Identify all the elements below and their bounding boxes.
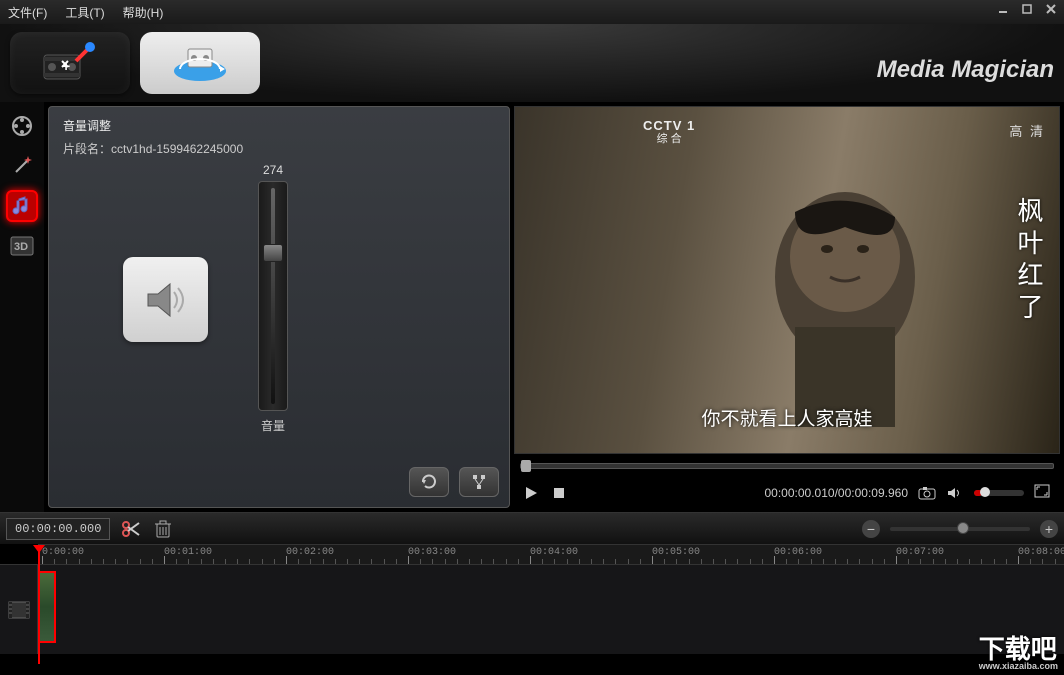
sidebar-item-audio[interactable] <box>6 190 38 222</box>
timeline-clip[interactable] <box>38 571 56 643</box>
zoom-knob[interactable] <box>957 522 969 534</box>
sidebar-item-film[interactable] <box>6 110 38 142</box>
volume-label: 音量 <box>261 417 285 434</box>
delete-button[interactable] <box>152 518 174 540</box>
speaker-preview <box>123 257 208 342</box>
ruler-mark: 00:01:00 <box>164 547 212 558</box>
tab-convert[interactable] <box>140 32 260 94</box>
sidebar: 3D <box>0 102 44 512</box>
timecode-display[interactable]: 00:00:00.000 <box>6 518 110 540</box>
stop-icon <box>552 486 566 500</box>
reset-button[interactable] <box>409 467 449 497</box>
playhead[interactable] <box>38 545 40 664</box>
track-header[interactable] <box>0 565 38 654</box>
preview-volume-slider[interactable] <box>974 490 1024 496</box>
volume-icon <box>947 486 963 500</box>
play-button[interactable] <box>522 484 540 502</box>
ruler-mark: 00:07:00 <box>896 547 944 558</box>
minimize-button[interactable] <box>994 2 1012 16</box>
clip-name: cctv1hd-1599462245000 <box>111 142 243 156</box>
brand-title: Media Magician <box>877 56 1054 84</box>
window-controls <box>994 2 1060 16</box>
apply-icon <box>470 473 488 491</box>
time-display: 00:00:00.010/00:00:09.960 <box>765 486 909 500</box>
close-icon <box>1045 3 1057 15</box>
fullscreen-icon <box>1034 484 1050 498</box>
preview-volume-knob[interactable] <box>980 487 990 497</box>
quality-badge: 高 清 <box>1009 121 1045 140</box>
stop-button[interactable] <box>550 484 568 502</box>
3d-icon: 3D <box>9 235 35 257</box>
close-button[interactable] <box>1042 2 1060 16</box>
seek-thumb[interactable] <box>521 460 531 472</box>
ruler-mark: 00:08:00 <box>1018 547 1064 558</box>
ruler-mark: 0:00:00 <box>42 547 84 558</box>
maximize-icon <box>1021 3 1033 15</box>
zoom-slider[interactable] <box>890 527 1030 531</box>
menu-file[interactable]: 文件(F) <box>8 4 47 21</box>
refresh-icon <box>420 473 438 491</box>
menu-tools[interactable]: 工具(T) <box>65 4 104 21</box>
fullscreen-button[interactable] <box>1034 484 1052 502</box>
video-subtitle: 你不就看上人家高娃 <box>701 404 872 431</box>
ruler-mark: 00:04:00 <box>530 547 578 558</box>
camera-icon <box>918 486 936 500</box>
header: + Media Magician <box>0 24 1064 102</box>
zoom-out-button[interactable]: − <box>862 520 880 538</box>
filmstrip-icon <box>7 600 31 620</box>
panel-title: 音量调整 <box>63 117 495 134</box>
svg-text:3D: 3D <box>14 241 28 253</box>
music-note-icon <box>10 194 34 218</box>
snapshot-button[interactable] <box>918 484 936 502</box>
volume-slider[interactable] <box>258 181 288 411</box>
menubar: 文件(F) 工具(T) 帮助(H) <box>0 0 1064 24</box>
tab-edit[interactable]: + <box>10 32 130 94</box>
video-figure <box>695 167 975 427</box>
video-track[interactable] <box>38 565 1064 654</box>
magic-wand-icon <box>10 154 34 178</box>
film-reel-icon <box>10 114 34 138</box>
ruler-mark: 00:05:00 <box>652 547 700 558</box>
settings-panel: 音量调整 片段名：cctv1hd-1599462245000 274 <box>44 102 514 512</box>
timeline-tracks <box>0 564 1064 654</box>
channel-logo: CCTV 1 综 合 <box>643 119 695 145</box>
sidebar-item-3d[interactable]: 3D <box>6 230 38 262</box>
zoom-in-button[interactable]: + <box>1040 520 1058 538</box>
video-player[interactable]: CCTV 1 综 合 高 清 枫叶红了 你不就看上人家高娃 <box>514 106 1060 454</box>
play-icon <box>524 486 538 500</box>
menu-help[interactable]: 帮助(H) <box>123 4 164 21</box>
timeline-toolbar: 00:00:00.000 − + <box>0 512 1064 544</box>
cut-button[interactable] <box>120 518 142 540</box>
apply-button[interactable] <box>459 467 499 497</box>
clip-name-row: 片段名：cctv1hd-1599462245000 <box>63 140 495 157</box>
svg-text:+: + <box>62 58 70 74</box>
trash-icon <box>154 519 172 539</box>
scissors-icon <box>121 519 141 539</box>
volume-value: 274 <box>263 163 283 177</box>
mute-button[interactable] <box>946 484 964 502</box>
maximize-button[interactable] <box>1018 2 1036 16</box>
video-title-vertical: 枫叶红了 <box>1010 197 1047 325</box>
ruler-mark: 00:03:00 <box>408 547 456 558</box>
ruler-mark: 00:06:00 <box>774 547 822 558</box>
convert-tab-icon <box>168 41 232 85</box>
minimize-icon <box>997 3 1009 15</box>
seek-bar[interactable] <box>520 463 1054 469</box>
preview-area: CCTV 1 综 合 高 清 枫叶红了 你不就看上人家高娃 <box>514 102 1064 512</box>
edit-tab-icon: + <box>38 41 102 85</box>
speaker-icon <box>138 272 194 328</box>
ruler-mark: 00:02:00 <box>286 547 334 558</box>
clip-label-prefix: 片段名： <box>63 142 111 156</box>
volume-slider-thumb[interactable] <box>263 244 283 262</box>
sidebar-item-effects[interactable] <box>6 150 38 182</box>
timeline-ruler[interactable]: 0:00:00 00:01:00 00:02:00 00:03:00 00:04:00 0… <box>38 544 1064 564</box>
